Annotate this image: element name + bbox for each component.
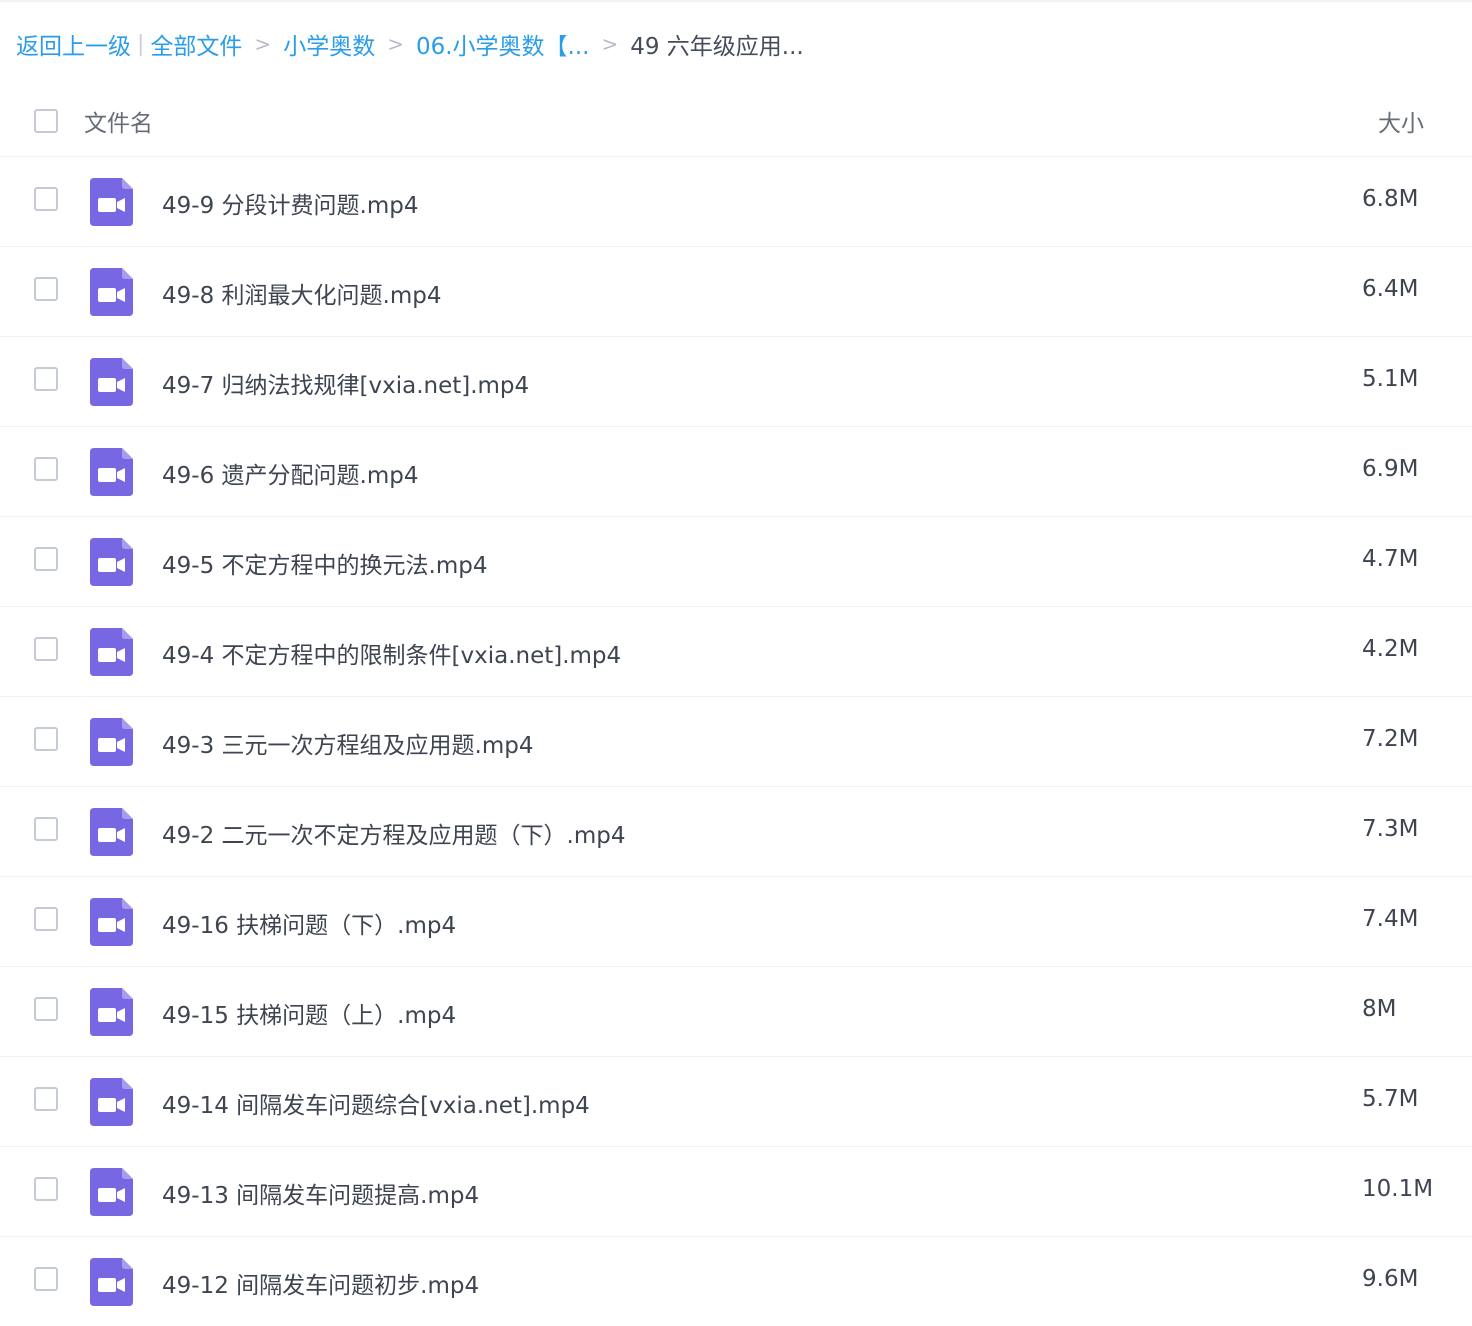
file-size: 9.6M [1362,1266,1419,1292]
file-row[interactable]: 49-3 三元一次方程组及应用题.mp4 7.2M [0,697,1472,787]
video-file-icon [90,898,133,946]
list-header: 文件名 大小 [0,82,1472,157]
file-row[interactable]: 49-6 遗产分配问题.mp4 6.9M [0,427,1472,517]
file-checkbox[interactable] [34,367,58,391]
file-size: 5.7M [1362,1086,1419,1112]
file-name-link[interactable]: 49-15 扶梯问题（上）.mp4 [162,996,456,1030]
breadcrumb-separator: > [254,32,272,56]
file-name-link[interactable]: 49-3 三元一次方程组及应用题.mp4 [162,726,533,760]
file-checkbox[interactable] [34,187,58,211]
file-name-link[interactable]: 49-9 分段计费问题.mp4 [162,186,418,220]
file-checkbox[interactable] [34,997,58,1021]
breadcrumb-separator: > [601,32,619,56]
video-file-icon [90,988,133,1036]
video-file-icon [90,718,133,766]
file-size: 5.1M [1362,366,1419,392]
file-row[interactable]: 49-7 归纳法找规律[vxia.net].mp4 5.1M [0,337,1472,427]
video-file-icon [90,1078,133,1126]
file-name-link[interactable]: 49-8 利润最大化问题.mp4 [162,276,441,310]
file-row[interactable]: 49-14 间隔发车问题综合[vxia.net].mp4 5.7M [0,1057,1472,1147]
file-name-link[interactable]: 49-5 不定方程中的换元法.mp4 [162,546,487,580]
file-row[interactable]: 49-4 不定方程中的限制条件[vxia.net].mp4 4.2M [0,607,1472,697]
file-checkbox[interactable] [34,1087,58,1111]
file-row[interactable]: 49-12 间隔发车问题初步.mp4 9.6M [0,1237,1472,1326]
breadcrumb-separator: > [387,32,404,56]
breadcrumb: 返回上一级 | 全部文件 > 小学奥数 > 06.小学奥数【... > 49 六… [16,24,804,64]
file-checkbox[interactable] [34,727,58,751]
file-size: 7.3M [1362,816,1419,842]
file-name-link[interactable]: 49-2 二元一次不定方程及应用题（下）.mp4 [162,816,625,850]
file-size: 6.8M [1362,186,1419,212]
file-checkbox[interactable] [34,1177,58,1201]
file-name-link[interactable]: 49-4 不定方程中的限制条件[vxia.net].mp4 [162,636,621,670]
video-file-icon [90,178,133,226]
video-file-icon [90,358,133,406]
file-checkbox[interactable] [34,547,58,571]
file-row[interactable]: 49-2 二元一次不定方程及应用题（下）.mp4 7.3M [0,787,1472,877]
file-name-link[interactable]: 49-12 间隔发车问题初步.mp4 [162,1266,479,1300]
file-size: 4.2M [1362,636,1419,662]
file-checkbox[interactable] [34,637,58,661]
video-file-icon [90,538,133,586]
file-size: 7.4M [1362,906,1419,932]
column-header-size[interactable]: 大小 [1378,104,1424,138]
file-name-link[interactable]: 49-14 间隔发车问题综合[vxia.net].mp4 [162,1086,590,1120]
file-row[interactable]: 49-16 扶梯问题（下）.mp4 7.4M [0,877,1472,967]
file-checkbox[interactable] [34,907,58,931]
column-header-name[interactable]: 文件名 [84,104,153,138]
file-checkbox[interactable] [34,1267,58,1291]
breadcrumb-item-all-files[interactable]: 全部文件 [150,27,242,61]
file-checkbox[interactable] [34,277,58,301]
video-file-icon [90,808,133,856]
file-row[interactable]: 49-13 间隔发车问题提高.mp4 10.1M [0,1147,1472,1237]
file-name-link[interactable]: 49-16 扶梯问题（下）.mp4 [162,906,456,940]
file-name-link[interactable]: 49-7 归纳法找规律[vxia.net].mp4 [162,366,529,400]
breadcrumb-current: 49 六年级应用... [630,34,804,60]
file-size: 4.7M [1362,546,1419,572]
video-file-icon [90,1168,133,1216]
back-link[interactable]: 返回上一级 [16,27,131,61]
file-row[interactable]: 49-8 利润最大化问题.mp4 6.4M [0,247,1472,337]
file-row[interactable]: 49-15 扶梯问题（上）.mp4 8M [0,967,1472,1057]
breadcrumb-item-folder-06[interactable]: 06.小学奥数【... [416,27,590,61]
video-file-icon [90,448,133,496]
file-size: 10.1M [1362,1176,1434,1202]
file-checkbox[interactable] [34,817,58,841]
video-file-icon [90,268,133,316]
video-file-icon [90,1258,133,1306]
file-row[interactable]: 49-9 分段计费问题.mp4 6.8M [0,157,1472,247]
file-name-link[interactable]: 49-13 间隔发车问题提高.mp4 [162,1176,479,1210]
file-size: 8M [1362,996,1397,1022]
breadcrumb-item-math-olympiad[interactable]: 小学奥数 [283,27,375,61]
file-size: 6.4M [1362,276,1419,302]
file-name-link[interactable]: 49-6 遗产分配问题.mp4 [162,456,418,490]
video-file-icon [90,628,133,676]
file-size: 6.9M [1362,456,1419,482]
file-size: 7.2M [1362,726,1419,752]
breadcrumb-divider: | [137,31,145,57]
file-checkbox[interactable] [34,457,58,481]
select-all-checkbox[interactable] [34,109,58,133]
file-row[interactable]: 49-5 不定方程中的换元法.mp4 4.7M [0,517,1472,607]
file-browser-page: 返回上一级 | 全部文件 > 小学奥数 > 06.小学奥数【... > 49 六… [0,0,1472,1326]
file-list: 49-9 分段计费问题.mp4 6.8M 49-8 利润最大化问题.mp4 6.4M 4… [0,157,1472,1326]
